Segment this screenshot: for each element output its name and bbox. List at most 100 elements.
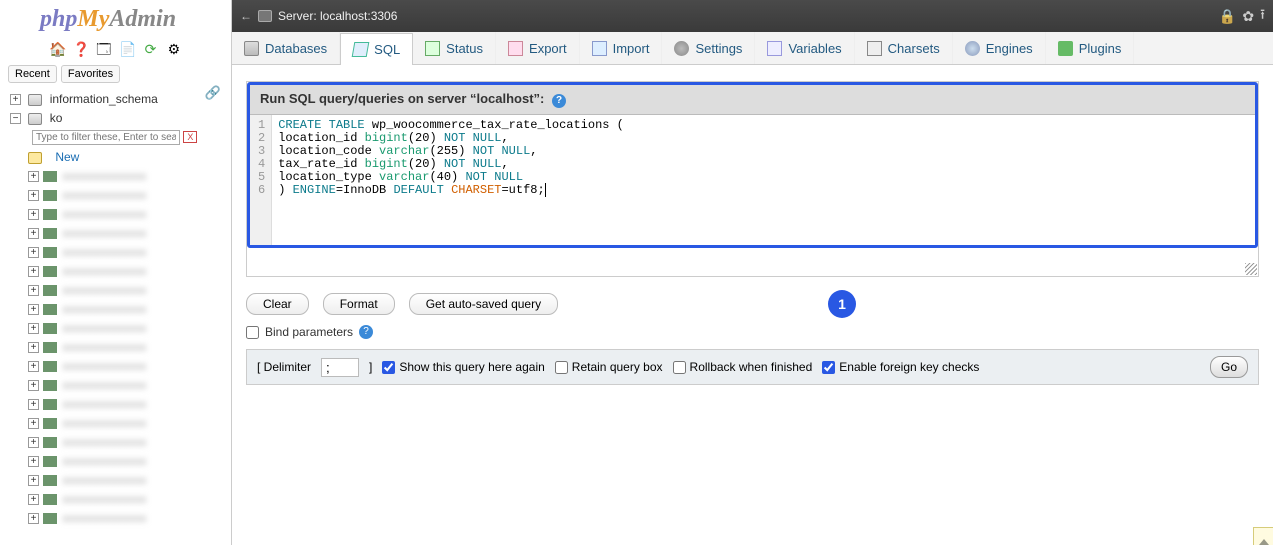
expand-icon[interactable]: +	[28, 380, 39, 391]
tab-engines[interactable]: Engines	[953, 32, 1046, 64]
tab-import[interactable]: Import	[580, 32, 663, 64]
docs-icon[interactable]: 📄	[119, 41, 135, 57]
tab-plugins[interactable]: Plugins	[1046, 32, 1135, 64]
expand-icon[interactable]: +	[28, 475, 39, 486]
tree-item-blurred[interactable]: + xxxxxxxxxxxxxx	[22, 280, 227, 299]
expand-icon[interactable]: +	[28, 228, 39, 239]
expand-icon[interactable]: +	[28, 323, 39, 334]
expand-icon[interactable]: +	[28, 171, 39, 182]
resize-handle[interactable]	[1245, 263, 1257, 275]
expand-icon[interactable]: +	[10, 94, 21, 105]
tab-charsets[interactable]: Charsets	[855, 32, 953, 64]
tab-favorites[interactable]: Favorites	[61, 65, 120, 83]
expand-icon[interactable]: +	[28, 209, 39, 220]
code-area[interactable]: CREATE TABLE wp_woocommerce_tax_rate_loc…	[272, 115, 1255, 245]
help-icon[interactable]: ?	[359, 325, 373, 339]
tab-status[interactable]: Status	[413, 32, 496, 64]
get-autosaved-button[interactable]: Get auto-saved query	[409, 293, 558, 315]
tab-recent[interactable]: Recent	[8, 65, 57, 83]
tree-item-ko[interactable]: − ko	[4, 108, 227, 127]
export-icon	[508, 41, 523, 56]
tab-export[interactable]: Export	[496, 32, 580, 64]
tree-item-blurred[interactable]: + xxxxxxxxxxxxxx	[22, 204, 227, 223]
sql-panel-header: Run SQL query/queries on server “localho…	[250, 85, 1255, 115]
expand-icon[interactable]: +	[28, 513, 39, 524]
show-again-option[interactable]: Show this query here again	[382, 360, 544, 374]
expand-icon[interactable]: +	[28, 266, 39, 277]
delimiter-input[interactable]	[321, 358, 359, 377]
expand-icon[interactable]: +	[28, 361, 39, 372]
settings-icon[interactable]: ⚙	[166, 41, 182, 57]
plugins-icon	[1058, 41, 1073, 56]
rollback-checkbox[interactable]	[673, 361, 686, 374]
new-link[interactable]: New	[55, 150, 79, 164]
tab-databases[interactable]: Databases	[232, 32, 340, 64]
expand-icon[interactable]: +	[28, 285, 39, 296]
fk-checkbox[interactable]	[822, 361, 835, 374]
retain-checkbox[interactable]	[555, 361, 568, 374]
bind-params-checkbox[interactable]	[246, 326, 259, 339]
tree-item-blurred[interactable]: + xxxxxxxxxxxxxx	[22, 432, 227, 451]
sql-panel: Run SQL query/queries on server “localho…	[247, 82, 1258, 248]
gear-icon[interactable]: ✿	[1242, 8, 1254, 25]
tree-item-blurred[interactable]: + xxxxxxxxxxxxxx	[22, 242, 227, 261]
reload-icon[interactable]: ⟳	[143, 41, 159, 57]
editor-buttons: Clear Format Get auto-saved query	[246, 289, 1259, 323]
filter-input[interactable]	[32, 130, 180, 145]
tab-variables[interactable]: Variables	[755, 32, 854, 64]
tree-item-blurred[interactable]: + xxxxxxxxxxxxxx	[22, 508, 227, 527]
tree-item-blurred[interactable]: + xxxxxxxxxxxxxx	[22, 394, 227, 413]
tab-label: Engines	[986, 41, 1033, 56]
format-button[interactable]: Format	[323, 293, 395, 315]
fk-option[interactable]: Enable foreign key checks	[822, 360, 979, 374]
table-icon	[43, 361, 57, 372]
tree-item-blurred[interactable]: + xxxxxxxxxxxxxx	[22, 318, 227, 337]
tree-item-blurred[interactable]: + xxxxxxxxxxxxxx	[22, 223, 227, 242]
tree-item-blurred[interactable]: + xxxxxxxxxxxxxx	[22, 166, 227, 185]
retain-option[interactable]: Retain query box	[555, 360, 663, 374]
tab-settings[interactable]: Settings	[662, 32, 755, 64]
expand-icon[interactable]: +	[28, 456, 39, 467]
lock-icon[interactable]: 🔒	[1219, 8, 1236, 25]
table-icon	[43, 494, 57, 505]
tree-item-blurred[interactable]: + xxxxxxxxxxxxxx	[22, 356, 227, 375]
expand-icon[interactable]: +	[28, 304, 39, 315]
expand-icon[interactable]: +	[28, 437, 39, 448]
tree-item-blurred[interactable]: + xxxxxxxxxxxxxx	[22, 337, 227, 356]
expand-icon[interactable]: +	[28, 494, 39, 505]
tree-item-blurred[interactable]: + xxxxxxxxxxxxxx	[22, 451, 227, 470]
delimiter-label: [ Delimiter	[257, 360, 311, 374]
tree-item-blurred[interactable]: + xxxxxxxxxxxxxx	[22, 470, 227, 489]
help-icon[interactable]: ?	[552, 94, 566, 108]
tab-sql[interactable]: SQL	[340, 33, 413, 65]
tree-item-blurred[interactable]: + xxxxxxxxxxxxxx	[22, 375, 227, 394]
expand-icon[interactable]: +	[28, 190, 39, 201]
server-breadcrumb[interactable]: Server: localhost:3306	[278, 9, 397, 23]
console-toggle[interactable]	[1253, 527, 1273, 545]
tree-item-information-schema[interactable]: + information_schema	[4, 89, 227, 108]
collapse-icon[interactable]: −	[10, 113, 21, 124]
nav-left-icon[interactable]: ←	[240, 9, 252, 23]
expand-icon[interactable]: +	[28, 342, 39, 353]
show-again-checkbox[interactable]	[382, 361, 395, 374]
rollback-option[interactable]: Rollback when finished	[673, 360, 813, 374]
expand-icon[interactable]: +	[28, 247, 39, 258]
tree-item-blurred[interactable]: + xxxxxxxxxxxxxx	[22, 261, 227, 280]
tree-item-blurred[interactable]: + xxxxxxxxxxxxxx	[22, 185, 227, 204]
filter-clear-button[interactable]: X	[183, 131, 197, 143]
tree-item-blurred[interactable]: + xxxxxxxxxxxxxx	[22, 413, 227, 432]
expand-icon[interactable]: +	[28, 399, 39, 410]
tree-item-blurred[interactable]: + xxxxxxxxxxxxxx	[22, 299, 227, 318]
home-icon[interactable]: 🏠	[49, 41, 65, 57]
sql-editor[interactable]: 123456 CREATE TABLE wp_woocommerce_tax_r…	[250, 115, 1255, 245]
expand-icon[interactable]: +	[28, 418, 39, 429]
table-icon	[43, 228, 57, 239]
tree-item-new[interactable]: New	[22, 147, 227, 166]
options-bar: [ Delimiter ] Show this query here again…	[246, 349, 1259, 385]
go-button[interactable]: Go	[1210, 356, 1248, 378]
page-up-icon[interactable]: ⭱	[1260, 4, 1265, 28]
sql-window-icon[interactable]: 🗔	[96, 39, 112, 55]
help-icon[interactable]: ❓	[72, 41, 88, 57]
clear-button[interactable]: Clear	[246, 293, 309, 315]
tree-item-blurred[interactable]: + xxxxxxxxxxxxxx	[22, 489, 227, 508]
